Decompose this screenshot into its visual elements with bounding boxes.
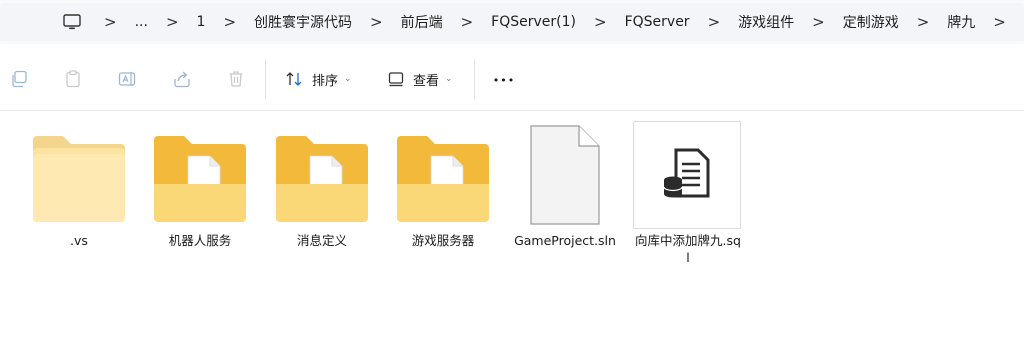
file-item[interactable]: GameProject.sln xyxy=(507,122,623,252)
rename-icon xyxy=(118,72,136,86)
folder-icon xyxy=(154,136,246,222)
breadcrumb-item[interactable]: FQServer(1) xyxy=(489,14,578,30)
more-options-button[interactable]: ••• xyxy=(492,70,516,90)
breadcrumb-separator[interactable]: > xyxy=(578,13,623,31)
share-icon xyxy=(174,71,190,88)
share-button[interactable] xyxy=(171,68,193,90)
file-name: 消息定义 xyxy=(296,233,347,248)
breadcrumb-separator[interactable]: > xyxy=(445,13,490,31)
breadcrumb-separator[interactable]: > xyxy=(150,13,195,31)
copy-button[interactable] xyxy=(8,68,30,90)
breadcrumb-item[interactable]: 1 xyxy=(195,14,208,30)
breadcrumb-separator[interactable]: > xyxy=(977,13,1022,31)
file-name: 机器人服务 xyxy=(168,233,232,248)
breadcrumb-item[interactable]: 定制游戏 xyxy=(841,12,901,32)
blank-file-icon xyxy=(530,125,600,225)
chevron-down-icon: ⌄ xyxy=(445,74,453,84)
file-item-selected[interactable]: 向库中添加牌九.sql xyxy=(630,120,746,270)
breadcrumb-item[interactable]: 游戏组件 xyxy=(736,12,796,32)
toolbar-divider xyxy=(474,59,475,99)
trash-icon xyxy=(229,71,243,87)
file-name: 向库中添加牌九.sql xyxy=(635,233,741,265)
breadcrumb-separator[interactable]: > xyxy=(207,13,252,31)
breadcrumb-separator[interactable]: > xyxy=(796,13,841,31)
database-script-icon xyxy=(663,148,710,198)
chevron-down-icon: ⌄ xyxy=(344,74,352,84)
delete-button[interactable] xyxy=(225,68,247,90)
this-pc-icon[interactable] xyxy=(62,12,82,32)
file-item[interactable]: 消息定义 xyxy=(264,122,380,252)
breadcrumb-separator[interactable]: > xyxy=(82,13,133,31)
file-name: 游戏服务器 xyxy=(411,233,475,248)
paste-button[interactable] xyxy=(62,68,84,90)
address-bar: > ... > 1 > 创胜寰宇源代码 > 前后端 > FQServer(1) … xyxy=(0,0,1024,44)
sort-label: 排序 xyxy=(312,73,339,89)
file-name: .vs xyxy=(70,233,88,248)
file-name: GameProject.sln xyxy=(514,233,616,248)
breadcrumb-item[interactable]: 创胜寰宇源代码 xyxy=(252,12,354,32)
clipboard-icon xyxy=(66,70,80,88)
breadcrumb-item-current[interactable]: 牌九 xyxy=(945,12,977,32)
breadcrumb[interactable]: > ... > 1 > 创胜寰宇源代码 > 前后端 > FQServer(1) … xyxy=(0,3,1024,41)
breadcrumb-separator[interactable]: > xyxy=(354,13,399,31)
folder-icon xyxy=(397,136,489,222)
view-icon xyxy=(388,72,404,87)
more-icon: ••• xyxy=(492,73,516,87)
file-item[interactable]: 机器人服务 xyxy=(142,122,258,252)
folder-icon xyxy=(33,136,125,222)
breadcrumb-item[interactable]: 前后端 xyxy=(399,12,445,32)
folder-icon xyxy=(276,136,368,222)
sort-button[interactable]: 排序 ⌄ xyxy=(284,68,352,90)
copy-icon xyxy=(12,70,27,88)
breadcrumb-item[interactable]: FQServer xyxy=(623,14,692,30)
breadcrumb-overflow[interactable]: ... xyxy=(133,14,150,30)
breadcrumb-separator[interactable]: > xyxy=(692,13,737,31)
sort-icon xyxy=(286,72,302,86)
view-label: 查看 xyxy=(413,73,440,89)
breadcrumb-separator[interactable]: > xyxy=(901,13,946,31)
toolbar-bottom-border xyxy=(0,110,1024,111)
rename-button[interactable] xyxy=(116,68,138,90)
file-item[interactable]: 游戏服务器 xyxy=(385,122,501,252)
view-button[interactable]: 查看 ⌄ xyxy=(387,68,453,90)
toolbar-divider xyxy=(265,59,266,99)
file-item[interactable]: .vs xyxy=(21,122,137,252)
